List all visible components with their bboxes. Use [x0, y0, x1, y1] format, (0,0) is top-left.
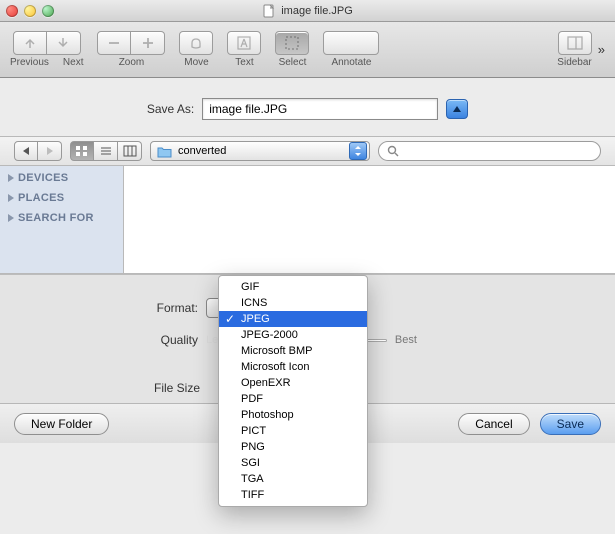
zoom-window-button[interactable] — [42, 5, 54, 17]
text-label: Text — [235, 57, 253, 68]
save-as-label: Save As: — [147, 102, 194, 116]
new-folder-button[interactable]: New Folder — [14, 413, 109, 435]
location-label: converted — [178, 145, 343, 157]
collapse-disclosure-button[interactable] — [446, 99, 468, 119]
icon-view-button[interactable] — [70, 141, 94, 161]
format-label: Format: — [148, 301, 198, 315]
window-controls — [6, 5, 54, 17]
previous-button[interactable] — [13, 31, 47, 55]
format-menu-item[interactable]: Microsoft Icon — [219, 359, 367, 375]
toolbar: Previous Next Zoom Move Text Select Anno… — [0, 22, 615, 78]
format-menu-item[interactable]: TIFF — [219, 487, 367, 503]
format-menu-item[interactable]: ✓JPEG — [219, 311, 367, 327]
next-button[interactable] — [47, 31, 81, 55]
format-menu-item[interactable]: JPEG-2000 — [219, 327, 367, 343]
annotate-label: Annotate — [331, 57, 371, 68]
file-pane[interactable] — [124, 166, 615, 273]
sidebar-item-search-for[interactable]: SEARCH FOR — [8, 212, 115, 224]
disclosure-triangle-icon — [8, 174, 14, 182]
format-menu-item[interactable]: SGI — [219, 455, 367, 471]
location-popup[interactable]: converted — [150, 141, 370, 161]
quality-max-label: Best — [395, 334, 417, 346]
format-menu-item[interactable]: TGA — [219, 471, 367, 487]
format-menu-item[interactable]: Photoshop — [219, 407, 367, 423]
select-tool-button[interactable] — [275, 31, 309, 55]
move-tool-button[interactable] — [179, 31, 213, 55]
format-menu[interactable]: GIFICNS✓JPEGJPEG-2000Microsoft BMPMicros… — [218, 275, 368, 507]
minimize-button[interactable] — [24, 5, 36, 17]
check-icon: ✓ — [225, 312, 235, 326]
zoom-label: Zoom — [119, 57, 145, 68]
folder-icon — [157, 145, 172, 158]
cancel-button[interactable]: Cancel — [458, 413, 529, 435]
format-menu-item[interactable]: PDF — [219, 391, 367, 407]
next-label: Next — [63, 57, 84, 68]
forward-button[interactable] — [38, 141, 62, 161]
format-menu-item[interactable]: GIF — [219, 279, 367, 295]
document-icon — [262, 4, 276, 18]
sidebar-item-places[interactable]: PLACES — [8, 192, 115, 204]
list-view-button[interactable] — [94, 141, 118, 161]
sidebar-label: Sidebar — [557, 57, 591, 68]
close-button[interactable] — [6, 5, 18, 17]
browser-header: converted — [0, 136, 615, 166]
window-title: image file.JPG — [281, 5, 353, 17]
toolbar-overflow-icon[interactable]: » — [598, 42, 605, 57]
history-nav — [14, 141, 62, 161]
column-view-button[interactable] — [118, 141, 142, 161]
quality-label: Quality — [148, 333, 198, 347]
zoom-out-button[interactable] — [97, 31, 131, 55]
format-menu-item[interactable]: ICNS — [219, 295, 367, 311]
select-label: Select — [279, 57, 307, 68]
back-button[interactable] — [14, 141, 38, 161]
format-menu-item[interactable]: PICT — [219, 423, 367, 439]
chevron-up-down-icon — [349, 142, 367, 160]
format-menu-item[interactable]: OpenEXR — [219, 375, 367, 391]
disclosure-triangle-icon — [8, 214, 14, 222]
previous-label: Previous — [10, 57, 49, 68]
file-browser: DEVICES PLACES SEARCH FOR — [0, 166, 615, 274]
save-as-row: Save As: — [0, 94, 615, 124]
search-icon — [387, 145, 399, 157]
view-mode-segment — [70, 141, 142, 161]
search-field[interactable] — [378, 141, 601, 161]
text-tool-button[interactable] — [227, 31, 261, 55]
annotate-button[interactable] — [323, 31, 379, 55]
format-menu-item[interactable]: Microsoft BMP — [219, 343, 367, 359]
save-button[interactable]: Save — [540, 413, 601, 435]
disclosure-triangle-icon — [8, 194, 14, 202]
zoom-in-button[interactable] — [131, 31, 165, 55]
sidebar-item-devices[interactable]: DEVICES — [8, 172, 115, 184]
titlebar: image file.JPG — [0, 0, 615, 22]
triangle-up-icon — [452, 105, 462, 113]
move-label: Move — [184, 57, 208, 68]
format-menu-item[interactable]: PNG — [219, 439, 367, 455]
sidebar: DEVICES PLACES SEARCH FOR — [0, 166, 124, 273]
filename-input[interactable] — [202, 98, 438, 120]
sidebar-toggle-button[interactable] — [558, 31, 592, 55]
search-input[interactable] — [404, 145, 592, 157]
